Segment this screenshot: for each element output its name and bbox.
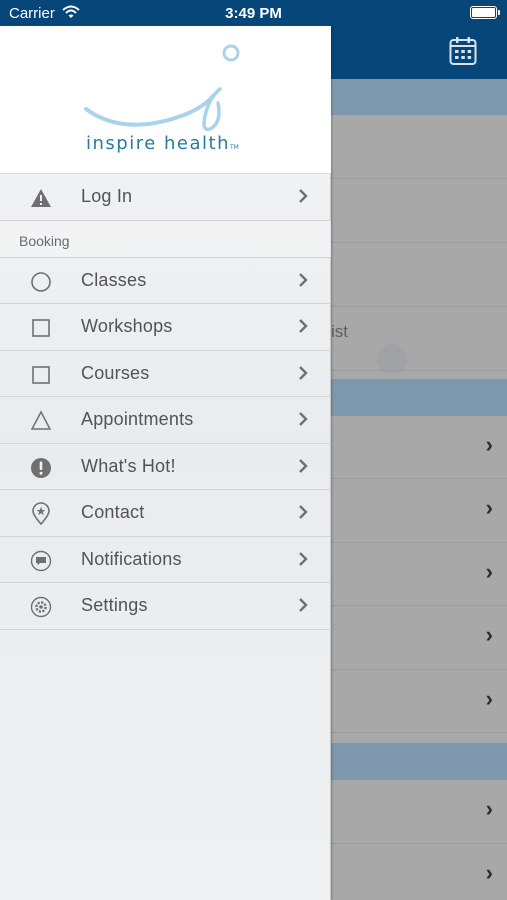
chevron-right-icon: › [485, 559, 493, 584]
warning-icon [30, 187, 52, 209]
clock: 3:49 PM [225, 5, 282, 22]
menu-item-label: What's Hot! [81, 455, 176, 476]
menu-item-label: Courses [81, 362, 150, 383]
triangle-icon [30, 410, 52, 432]
square-icon [30, 317, 52, 339]
menu-item-notifications[interactable]: Notifications [0, 537, 331, 583]
logo-wordmark: inspire healthTM [86, 133, 239, 154]
row-text-partial: ist [331, 322, 348, 341]
menu-item-contact[interactable]: Contact [0, 490, 331, 537]
chevron-right-icon [298, 597, 308, 618]
menu-item-label: Notifications [81, 548, 182, 569]
chevron-right-icon [298, 188, 308, 209]
battery-icon [470, 6, 500, 19]
location-pin-icon [30, 502, 52, 526]
menu-item-whats-hot[interactable]: What's Hot! [0, 444, 331, 490]
chevron-right-icon [298, 504, 308, 525]
logo-header: inspire healthTM [0, 26, 331, 174]
menu-list: Log In Booking Classes Workshops Courses [0, 174, 331, 630]
chat-bubble-icon [30, 550, 52, 572]
chevron-right-icon [298, 272, 308, 293]
section-header-label: Booking [19, 232, 70, 249]
exclamation-icon [30, 457, 52, 479]
loading-indicator [377, 344, 407, 374]
chevron-right-icon [298, 551, 308, 572]
menu-item-settings[interactable]: Settings [0, 583, 331, 630]
chevron-right-icon: › [485, 622, 493, 647]
menu-item-log-in[interactable]: Log In [0, 174, 331, 221]
menu-item-workshops[interactable]: Workshops [0, 304, 331, 351]
chevron-right-icon [298, 411, 308, 432]
chevron-right-icon: › [485, 796, 493, 821]
menu-item-label: Contact [81, 502, 145, 523]
menu-item-label: Workshops [81, 316, 173, 337]
chevron-right-icon: › [485, 860, 493, 885]
status-bar: Carrier 3:49 PM [0, 0, 507, 26]
menu-item-label: Appointments [81, 409, 194, 430]
menu-item-courses[interactable]: Courses [0, 351, 331, 397]
menu-item-appointments[interactable]: Appointments [0, 397, 331, 444]
calendar-icon[interactable] [449, 36, 477, 66]
chevron-right-icon: › [485, 686, 493, 711]
menu-item-label: Settings [81, 595, 148, 616]
chevron-right-icon: › [485, 432, 493, 457]
side-drawer: inspire healthTM Log In Booking Classes … [0, 26, 331, 900]
square-icon [30, 364, 52, 386]
gear-icon [30, 596, 52, 618]
menu-item-classes[interactable]: Classes [0, 258, 331, 304]
menu-item-label: Classes [81, 269, 147, 290]
chevron-right-icon: › [485, 495, 493, 520]
menu-item-label: Log In [81, 186, 133, 207]
chevron-right-icon [298, 318, 308, 339]
inspire-health-logo-icon [84, 43, 244, 138]
chevron-right-icon [298, 365, 308, 386]
circle-icon [30, 271, 52, 293]
chevron-right-icon [298, 458, 308, 479]
section-header-booking: Booking [0, 220, 331, 258]
